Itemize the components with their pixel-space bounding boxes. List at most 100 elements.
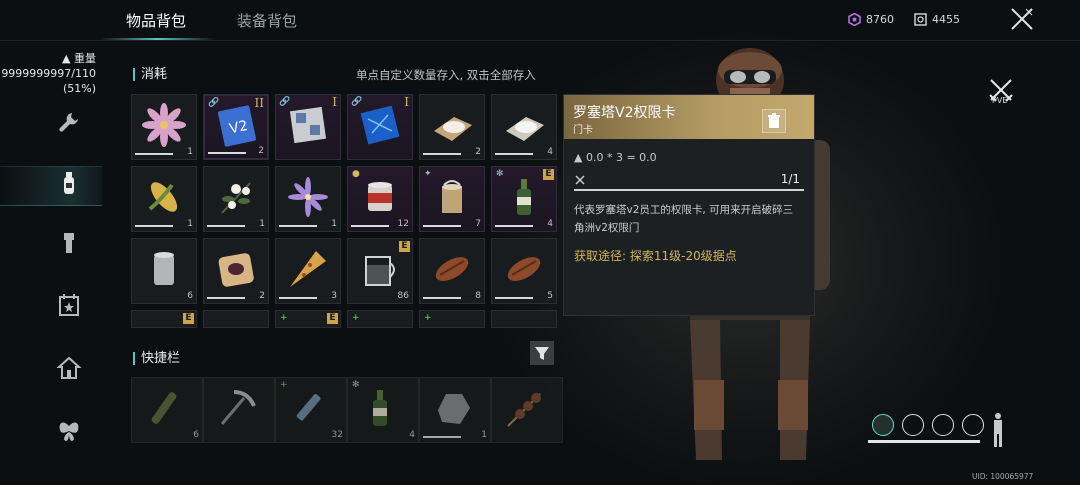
item-detail-panel: 罗塞塔V2权限卡 门卡 ▲ 0.0 * 3 = 0.0 1/1 代表罗塞塔v2员… [563, 94, 815, 316]
flashlight-icon[interactable] [56, 230, 82, 256]
inventory-slot-partial[interactable]: + [347, 310, 413, 328]
metal-can-icon [154, 252, 174, 285]
close-icon[interactable] [1008, 5, 1036, 33]
quickbar-slot[interactable]: 1 [419, 377, 491, 443]
inventory-slot[interactable]: 1 [203, 166, 269, 232]
inventory-slot-partial[interactable]: E [131, 310, 197, 328]
item-quantity: 1 [187, 147, 193, 157]
open-can-icon [442, 180, 462, 213]
uid-label: UID: 100065977 [972, 472, 1034, 481]
tab-equipment-bag[interactable]: 装备背包 [237, 10, 297, 31]
currency-purple-value: 8760 [866, 13, 894, 26]
wrench-icon[interactable] [56, 110, 82, 136]
health-bar [868, 440, 980, 443]
quickbar: 6 + 32 ✻ 4 1 [131, 377, 563, 443]
plus-icon: + [424, 313, 432, 323]
white-flower-icon [221, 182, 251, 214]
keycard-icon: V2 [217, 105, 257, 147]
durability-bar [423, 225, 461, 227]
weight-label: 重量 [74, 52, 96, 65]
item-quantity: 12 [397, 219, 409, 229]
blue-keycard-icon [360, 105, 400, 145]
inventory-slot[interactable]: E 86 [347, 238, 413, 304]
quickbar-slot[interactable]: 6 [131, 377, 203, 443]
durability-bar [351, 225, 389, 227]
inventory-slot[interactable]: ● 12 [347, 166, 413, 232]
durability-bar [495, 153, 533, 155]
inventory-slot-partial[interactable] [203, 310, 269, 328]
inventory-slot[interactable]: 4 [491, 94, 557, 160]
quickbar-slot[interactable] [491, 377, 563, 443]
bottle-icon[interactable] [56, 170, 82, 196]
inventory-slot-partial[interactable] [491, 310, 557, 328]
durability-bar [135, 153, 173, 155]
purple-hex-coin-icon [848, 13, 861, 26]
durability-track: 1/1 [574, 172, 804, 191]
item-quantity: 8 [475, 291, 481, 301]
deposit-hint: 单点自定义数量存入, 双击全部存入 [356, 68, 536, 82]
corn-icon [148, 182, 178, 212]
tools-icon [575, 175, 585, 185]
bottle-club-icon [151, 392, 177, 424]
inventory-slot[interactable]: 5 [491, 238, 557, 304]
inventory-slot[interactable]: 1 [131, 94, 197, 160]
quickbar-slot[interactable]: + 32 [275, 377, 347, 443]
flower-icon [142, 103, 186, 147]
item-quantity: 1 [481, 430, 487, 440]
item-quantity: 2 [475, 147, 481, 157]
item-description-line: 代表罗塞塔v2员工的权限卡, 可用来开启破碎三 [574, 204, 794, 216]
item-quantity: 2 [258, 146, 264, 156]
syringe-icon [296, 393, 321, 421]
durability-bar [495, 225, 533, 227]
durability-value: 1/1 [780, 172, 800, 186]
item-detail-header: 罗塞塔V2权限卡 门卡 [564, 95, 814, 139]
inventory-slot[interactable]: ✦ 7 [419, 166, 485, 232]
item-weight-formula: ▲ 0.0 * 3 = 0.0 [574, 151, 657, 164]
durability-bar [135, 225, 173, 227]
inventory-slot-partial[interactable]: + [419, 310, 485, 328]
item-quantity: 5 [547, 291, 553, 301]
durability-bar [279, 225, 317, 227]
quickbar-title: 快捷栏 [133, 352, 180, 365]
tab-item-bag[interactable]: 物品背包 [126, 10, 186, 31]
green-bottle-icon [517, 179, 531, 215]
item-quantity: 7 [475, 219, 481, 229]
inventory-slot[interactable]: 2 [419, 94, 485, 160]
house-icon[interactable] [56, 355, 82, 381]
inventory-slot[interactable]: 1 [131, 166, 197, 232]
sugar-bag-icon [506, 117, 544, 141]
item-quantity: 6 [187, 291, 193, 301]
calendar-star-icon[interactable] [56, 292, 82, 318]
currency-silver-value: 4455 [932, 13, 960, 26]
mood-icon [962, 414, 984, 436]
inventory-slot[interactable]: 1 [275, 166, 341, 232]
active-tab-indicator [100, 38, 215, 40]
item-detail-type: 门卡 [573, 125, 593, 136]
jam-toast-icon [218, 253, 254, 287]
inventory-slot[interactable]: 6 [131, 238, 197, 304]
item-quantity: 6 [193, 430, 199, 440]
filter-icon[interactable] [530, 341, 554, 365]
sidebar-active-highlight [0, 166, 102, 206]
durability-bar [207, 225, 245, 227]
durability-bar [495, 297, 533, 299]
item-quantity: 2 [259, 291, 265, 301]
body-silhouette-icon [994, 413, 1002, 447]
rock-icon [438, 394, 470, 424]
inventory-slot-partial[interactable]: + E [275, 310, 341, 328]
quickbar-slot[interactable] [203, 377, 275, 443]
trash-icon[interactable] [762, 109, 786, 133]
butterfly-icon[interactable] [56, 418, 82, 444]
inventory-slot[interactable]: 🔗 I [275, 94, 341, 160]
weight-icon: ▲ [62, 52, 71, 65]
plus-icon: + [280, 313, 288, 323]
inventory-slot[interactable]: 3 [275, 238, 341, 304]
quickbar-slot[interactable]: ✻ 4 [347, 377, 419, 443]
inventory-slot[interactable]: ✻ E 4 [491, 166, 557, 232]
green-bottle-icon [373, 390, 387, 426]
inventory-slot-selected[interactable]: 🔗 II V2 2 [203, 94, 269, 160]
inventory-slot[interactable]: 2 [203, 238, 269, 304]
inventory-slot[interactable]: 8 [419, 238, 485, 304]
inventory-slot[interactable]: 🔗 I [347, 94, 413, 160]
bracket-coin-icon [914, 13, 927, 26]
